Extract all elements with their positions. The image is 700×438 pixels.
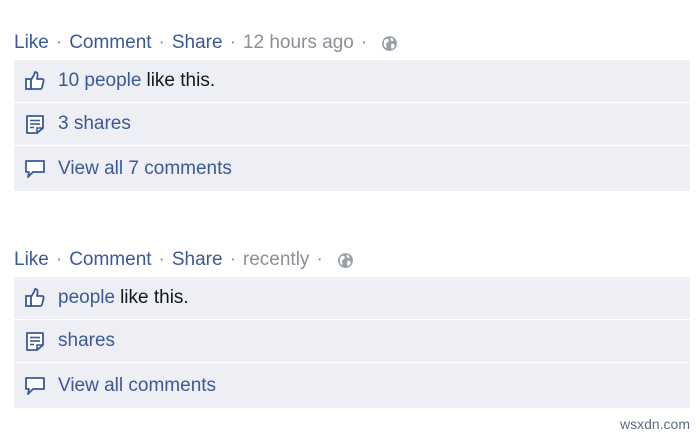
shares-row: 3 shares	[14, 103, 690, 146]
view-comments-link[interactable]: View all 7 comments	[58, 158, 232, 180]
comment-bubble-icon	[24, 158, 46, 180]
globe-icon[interactable]	[337, 252, 354, 269]
globe-icon[interactable]	[381, 35, 398, 52]
comments-row: View all 7 comments	[14, 146, 690, 191]
like-link[interactable]: Like	[14, 249, 49, 271]
likes-row: 10 people like this.	[14, 60, 690, 103]
separator-dot: ·	[158, 32, 165, 53]
shares-link[interactable]: shares	[58, 330, 115, 352]
action-bar: Like · Comment · Share · 12 hours ago ·	[14, 29, 690, 57]
thumbs-up-icon	[24, 287, 46, 309]
separator-dot: ·	[229, 249, 236, 270]
view-comments-link[interactable]: View all comments	[58, 375, 216, 397]
post-2: Like · Comment · Share · recently · peop…	[14, 246, 690, 408]
thumbs-up-icon	[24, 70, 46, 92]
feedback-box: people like this. shares View all commen…	[14, 277, 690, 408]
shares-link[interactable]: 3 shares	[58, 113, 131, 135]
share-icon	[24, 113, 46, 135]
share-icon	[24, 330, 46, 352]
likes-count-link[interactable]: 10 people	[58, 70, 141, 92]
share-link[interactable]: Share	[172, 249, 223, 271]
comment-bubble-icon	[24, 375, 46, 397]
feedback-box: 10 people like this. 3 shares View all 7…	[14, 60, 690, 191]
action-bar: Like · Comment · Share · recently ·	[14, 246, 690, 274]
comment-link[interactable]: Comment	[69, 32, 151, 54]
comments-row: View all comments	[14, 363, 690, 408]
likes-text: like this.	[120, 287, 189, 308]
separator-dot: ·	[316, 249, 323, 270]
like-link[interactable]: Like	[14, 32, 49, 54]
comment-link[interactable]: Comment	[69, 249, 151, 271]
likes-text: like this.	[146, 70, 216, 91]
separator-dot: ·	[55, 32, 63, 53]
likes-row: people like this.	[14, 277, 690, 320]
separator-dot: ·	[360, 32, 368, 53]
separator-dot: ·	[229, 32, 236, 53]
separator-dot: ·	[55, 249, 63, 270]
timestamp[interactable]: 12 hours ago	[243, 32, 354, 54]
likes-count-link[interactable]: people	[58, 287, 115, 309]
timestamp[interactable]: recently	[243, 249, 310, 271]
watermark: wsxdn.com	[619, 416, 690, 432]
separator-dot: ·	[158, 249, 165, 270]
shares-row: shares	[14, 320, 690, 363]
post-1: Like · Comment · Share · 12 hours ago · …	[14, 29, 690, 191]
share-link[interactable]: Share	[172, 32, 223, 54]
